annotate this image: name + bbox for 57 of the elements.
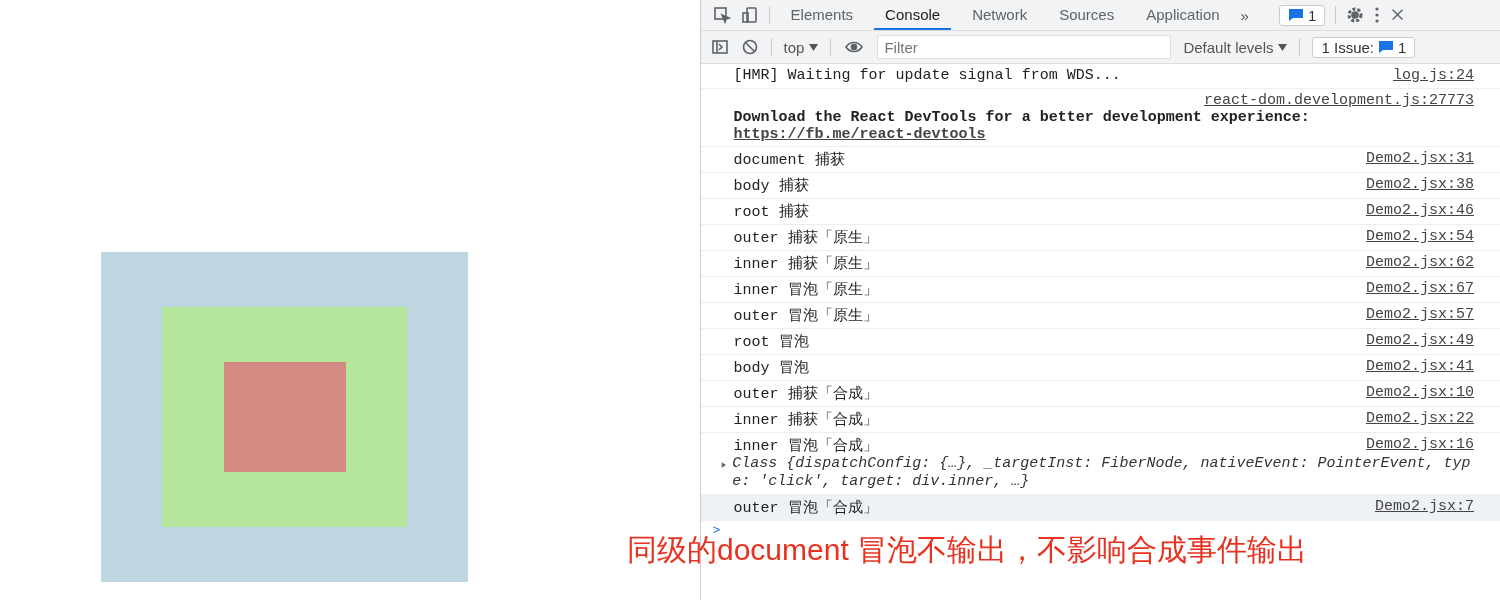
source-link[interactable]: Demo2.jsx:62	[1365, 254, 1474, 271]
log-message: root 捕获	[733, 202, 809, 221]
log-message: body 冒泡	[733, 359, 809, 377]
source-link[interactable]: Demo2.jsx:31	[1365, 150, 1474, 167]
log-message: inner 捕获「原生」	[733, 254, 878, 273]
event-object: Class {dispatchConfig: {…}, _targetInst: FiberNode, nativeEvent: PointerEvent, type: 'click', target: div.inner, …}	[732, 455, 1472, 491]
source-link[interactable]: Demo2.jsx:16	[1365, 436, 1474, 455]
messages-count: 1	[1307, 6, 1317, 24]
panel-tab[interactable]: Elements	[779, 0, 865, 30]
log-message: inner 捕获「合成」	[733, 410, 878, 429]
panel-tab[interactable]: Application	[1135, 0, 1231, 30]
log-message: outer 冒泡「合成」	[733, 498, 878, 517]
source-link[interactable]: Demo2.jsx:41	[1365, 358, 1474, 375]
log-message: body 捕获	[733, 176, 809, 195]
source-link[interactable]: Demo2.jsx:7	[1374, 498, 1474, 515]
messages-badge[interactable]: 1	[1278, 4, 1326, 26]
levels-dropdown[interactable]: Default levels	[1183, 38, 1288, 56]
panel-tab[interactable]: Network	[961, 0, 1039, 30]
log-message: Download the React DevTools for a better development experience: https://fb.me/react-devtools	[733, 109, 1311, 143]
source-link[interactable]: log.js:24	[1393, 67, 1474, 84]
log-message: outer 捕获「合成」	[733, 384, 878, 403]
source-link[interactable]: Demo2.jsx:67	[1365, 280, 1474, 297]
issues-count: 1	[1398, 38, 1407, 56]
settings-icon[interactable]	[1346, 6, 1365, 24]
inspect-icon[interactable]	[712, 6, 731, 24]
caption-text: 同级的document 冒泡不输出，不影响合成事件输出	[627, 533, 1308, 568]
filter-field[interactable]: Filter	[877, 35, 1172, 59]
devtools-link[interactable]: https://fb.me/react-devtools	[733, 126, 986, 143]
source-link[interactable]: Demo2.jsx:22	[1365, 410, 1474, 427]
source-link[interactable]: Demo2.jsx:54	[1365, 228, 1474, 245]
source-link[interactable]: Demo2.jsx:46	[1365, 202, 1474, 219]
caret-icon	[809, 43, 819, 51]
issues-label: 1 Issue:	[1321, 38, 1374, 56]
clear-icon[interactable]	[740, 38, 759, 56]
sidebar-icon[interactable]	[710, 38, 729, 56]
source-link[interactable]: Demo2.jsx:38	[1365, 176, 1474, 193]
panel-tab[interactable]: Sources	[1048, 0, 1126, 30]
source-link[interactable]: Demo2.jsx:10	[1365, 384, 1474, 401]
message-icon	[1287, 8, 1304, 22]
source-link[interactable]: Demo2.jsx:57	[1365, 306, 1474, 323]
log-message: [HMR] Waiting for update signal from WDS...	[733, 67, 1121, 84]
log-message: document 捕获	[733, 150, 845, 169]
kebab-menu-icon[interactable]	[1374, 6, 1381, 24]
log-message: outer 捕获「原生」	[733, 228, 878, 247]
device-icon[interactable]	[740, 6, 759, 24]
expand-triangle-icon[interactable]	[720, 460, 727, 470]
source-link[interactable]: Demo2.jsx:49	[1365, 332, 1474, 349]
log-message: outer 冒泡「原生」	[733, 306, 878, 325]
log-message: inner 冒泡「合成」	[733, 436, 878, 455]
context-dropdown[interactable]: top	[783, 38, 819, 56]
source-link[interactable]: react-dom.development.js:27773	[1203, 92, 1474, 109]
log-message: inner 冒泡「原生」	[733, 280, 878, 299]
issues-button[interactable]: 1 Issue: 1	[1312, 36, 1416, 58]
more-tabs-button[interactable]: »	[1240, 6, 1249, 24]
message-icon	[1378, 40, 1394, 54]
caret-icon	[1278, 43, 1288, 51]
log-message: root 冒泡	[733, 333, 809, 351]
